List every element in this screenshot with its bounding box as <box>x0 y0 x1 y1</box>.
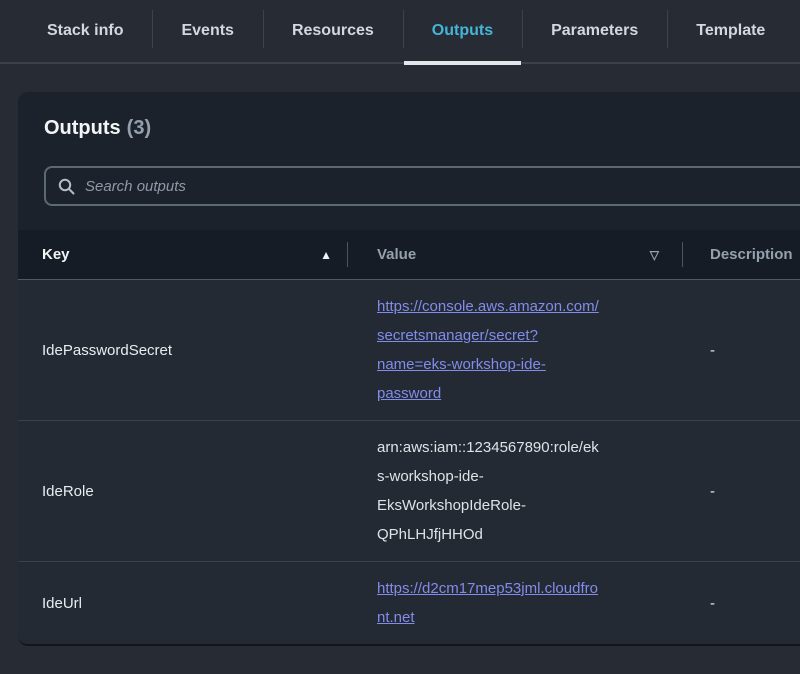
output-description: - <box>683 342 800 359</box>
output-description: - <box>683 483 800 500</box>
table-row: IdeRole arn:aws:iam::1234567890:role/eks… <box>18 421 800 562</box>
output-value-link[interactable]: https://console.aws.amazon.com/secretsma… <box>377 292 601 408</box>
output-description: - <box>683 595 800 612</box>
tab-label: Template <box>696 22 765 40</box>
tab-outputs[interactable]: Outputs <box>403 0 522 63</box>
outputs-count-badge: (3) <box>127 117 151 139</box>
output-value-link[interactable]: https://d2cm17mep53jml.cloudfront.net <box>377 574 601 632</box>
tab-parameters[interactable]: Parameters <box>522 0 667 63</box>
output-value: https://console.aws.amazon.com/secretsma… <box>348 280 683 420</box>
output-key: IdeRole <box>18 483 348 500</box>
panel-header: Outputs (3) <box>18 92 800 141</box>
tab-template[interactable]: Template <box>667 0 794 63</box>
column-label: Value <box>377 246 416 263</box>
outputs-title-text: Outputs <box>44 117 121 139</box>
output-value: https://d2cm17mep53jml.cloudfront.net <box>348 562 683 644</box>
search-icon <box>58 178 75 195</box>
column-label: Key <box>42 246 70 263</box>
tab-label: Resources <box>292 22 374 40</box>
table-body: IdePasswordSecret https://console.aws.am… <box>18 280 800 644</box>
output-key: IdePasswordSecret <box>18 342 348 359</box>
output-key: IdeUrl <box>18 595 348 612</box>
column-label: Description <box>710 246 793 263</box>
outputs-panel: Outputs(3) Key ▲ Value ▽ Description I <box>18 92 800 646</box>
tab-label: Outputs <box>432 22 493 40</box>
column-header-description[interactable]: Description <box>683 230 800 279</box>
tab-label: Stack info <box>47 22 123 40</box>
tab-stack-info[interactable]: Stack info <box>18 0 152 63</box>
tab-label: Events <box>181 22 233 40</box>
stack-tab-bar: Stack info Events Resources Outputs Para… <box>0 0 800 64</box>
sort-ascending-icon: ▲ <box>320 248 332 262</box>
tab-events[interactable]: Events <box>152 0 262 63</box>
tab-label: Parameters <box>551 22 638 40</box>
page-title: Outputs (3) <box>44 115 800 141</box>
search-box[interactable] <box>44 166 800 206</box>
output-value: arn:aws:iam::1234567890:role/eks-worksho… <box>348 421 683 561</box>
output-value-text: arn:aws:iam::1234567890:role/eks-worksho… <box>377 433 601 549</box>
table-row: IdePasswordSecret https://console.aws.am… <box>18 280 800 421</box>
tab-resources[interactable]: Resources <box>263 0 403 63</box>
table-header-row: Key ▲ Value ▽ Description <box>18 230 800 280</box>
outputs-table: Key ▲ Value ▽ Description IdePasswordSec… <box>18 230 800 644</box>
search-input[interactable] <box>85 178 796 195</box>
column-header-key[interactable]: Key ▲ <box>18 230 348 279</box>
sort-neutral-icon: ▽ <box>650 248 659 262</box>
column-header-value[interactable]: Value ▽ <box>348 230 683 279</box>
table-row: IdeUrl https://d2cm17mep53jml.cloudfront… <box>18 562 800 644</box>
